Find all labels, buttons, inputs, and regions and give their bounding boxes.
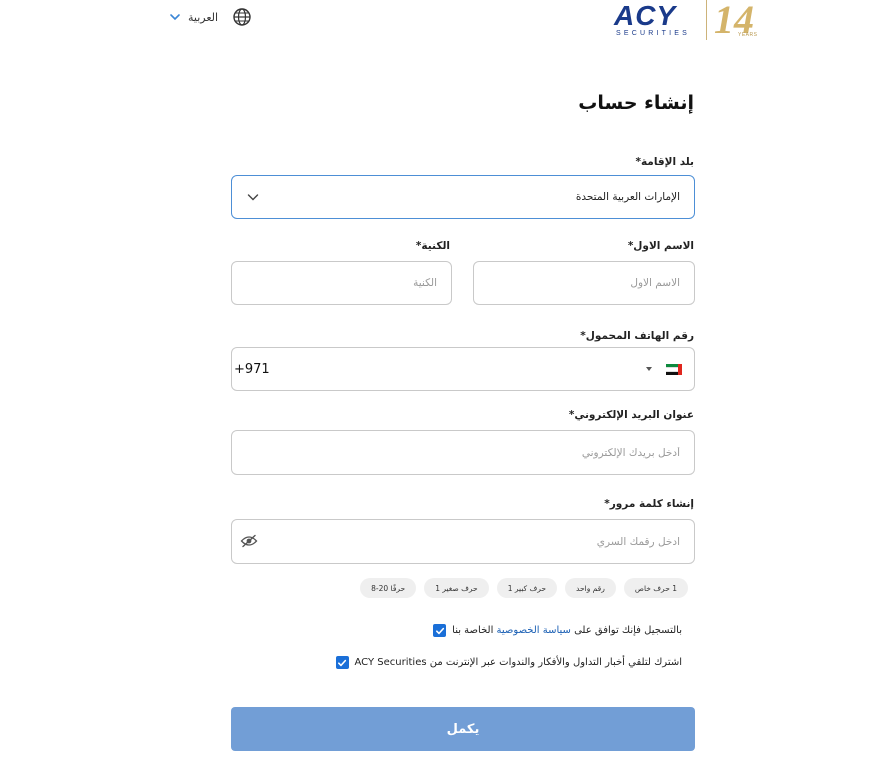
newsletter-checkbox[interactable] — [335, 656, 349, 669]
last-name-input[interactable] — [246, 277, 437, 289]
logo-subbrand: SECURITIES — [616, 30, 691, 37]
country-select[interactable]: الإمارات العربية المتحدة — [231, 175, 695, 219]
logo-divider — [706, 0, 707, 40]
logo-brand: ACY — [614, 0, 677, 31]
phone-code: +971 — [234, 362, 270, 377]
uae-flag-icon[interactable] — [666, 363, 682, 375]
privacy-checkbox[interactable] — [433, 624, 447, 637]
phone-field[interactable]: +971 — [231, 347, 695, 391]
privacy-text-before: بالتسجيل فإنك توافق على — [574, 625, 682, 636]
password-field[interactable] — [231, 519, 695, 564]
eye-off-icon[interactable] — [240, 534, 258, 548]
country-value: الإمارات العربية المتحدة — [575, 191, 680, 203]
checkmark-icon — [435, 627, 444, 634]
rule-chip: رقم واحد — [565, 578, 616, 598]
privacy-policy-link[interactable]: سياسة الخصوصية — [497, 625, 571, 636]
password-input[interactable] — [272, 535, 680, 548]
continue-button[interactable]: يكمل — [231, 707, 695, 751]
checkmark-icon — [338, 659, 347, 666]
language-selector[interactable]: العربية — [168, 6, 252, 28]
newsletter-consent-row: اشترك لتلقي أخبار التداول والأفكار والند… — [335, 656, 682, 669]
rule-chip: حرف كبير 1 — [496, 578, 558, 598]
email-input[interactable] — [246, 446, 680, 459]
newsletter-text: اشترك لتلقي أخبار التداول والأفكار والند… — [354, 657, 682, 668]
rule-chip: حرف صغير 1 — [424, 578, 489, 598]
globe-icon — [233, 8, 251, 26]
privacy-text-after: الخاصة بنا — [452, 625, 494, 636]
rule-chip: حرفًا 20-8 — [360, 578, 417, 598]
first-name-field[interactable] — [473, 261, 695, 305]
country-label: بلد الإقامة* — [635, 156, 694, 168]
last-name-label: الكنية* — [415, 240, 450, 252]
email-label: عنوان البريد الإلكتروني* — [568, 409, 694, 421]
first-name-input[interactable] — [488, 277, 680, 289]
email-field[interactable] — [231, 430, 695, 475]
logo-years: YEARS — [738, 32, 758, 38]
privacy-consent-row: بالتسجيل فإنك توافق على سياسة الخصوصية ا… — [433, 624, 682, 637]
chevron-down-icon — [170, 14, 180, 21]
phone-label: رقم الهاتف المحمول* — [580, 330, 694, 342]
caret-down-icon[interactable] — [646, 367, 652, 371]
first-name-label: الاسم الاول* — [627, 240, 694, 252]
last-name-field[interactable] — [231, 261, 452, 305]
page-title: إنشاء حساب — [578, 92, 694, 114]
acy-logo[interactable]: ACY SECURITIES 14 YEARS — [614, 0, 764, 42]
password-rules: حرفًا 20-8 حرف صغير 1 حرف كبير 1 رقم واح… — [360, 578, 688, 598]
language-label: العربية — [188, 10, 219, 24]
password-label: إنشاء كلمة مرور* — [604, 498, 694, 510]
privacy-text: بالتسجيل فإنك توافق على سياسة الخصوصية ا… — [452, 625, 682, 636]
chevron-down-icon — [247, 194, 259, 201]
rule-chip: 1 حرف خاص — [623, 578, 688, 598]
